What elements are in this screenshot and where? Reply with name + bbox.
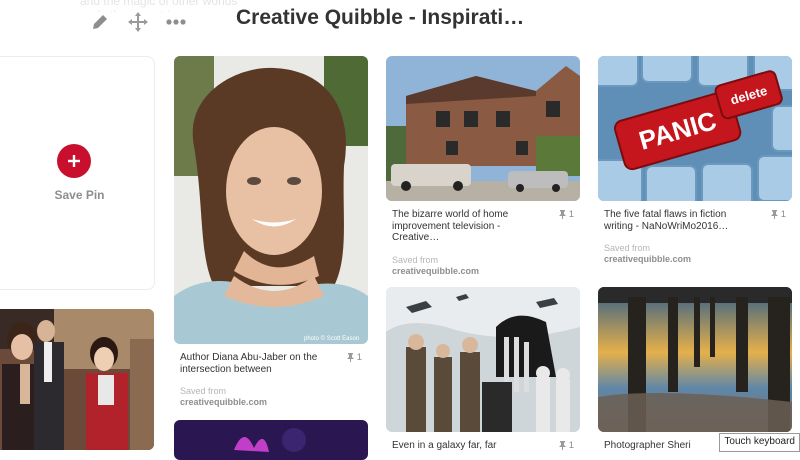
- pin-description: The bizarre world of home improvement te…: [386, 209, 580, 244]
- saved-from-label: Saved from: [180, 386, 227, 396]
- pin-image[interactable]: PANIC delete: [598, 56, 792, 201]
- pin-card[interactable]: [174, 420, 368, 460]
- pin-image[interactable]: [386, 56, 580, 201]
- pin-description-text: Author Diana Abu-Jaber on the intersecti…: [180, 352, 318, 375]
- pin-description: Author Diana Abu-Jaber on the intersecti…: [174, 352, 368, 375]
- pin-image[interactable]: photo © Scott Eason: [174, 56, 368, 344]
- pin-card[interactable]: Even in a galaxy far, far 1: [386, 287, 580, 452]
- source-domain-link[interactable]: creativequibble.com: [598, 254, 792, 264]
- pin-icon: [558, 210, 566, 220]
- pin-description: The five fatal flaws in fiction writing …: [598, 209, 792, 232]
- source-domain-link[interactable]: creativequibble.com: [386, 266, 580, 276]
- save-pin-card[interactable]: Save Pin: [0, 56, 155, 290]
- pin-description-text: The five fatal flaws in fiction writing …: [604, 209, 729, 232]
- repin-count: 1: [770, 209, 786, 221]
- save-pin-label: Save Pin: [54, 188, 105, 202]
- touch-keyboard-button[interactable]: Touch keyboard: [719, 433, 800, 452]
- ellipsis-icon[interactable]: [164, 10, 188, 34]
- pin-description-text: The bizarre world of home improvement te…: [392, 209, 509, 243]
- pin-image[interactable]: [174, 420, 368, 460]
- pin-description-text: Photographer Sheri: [604, 440, 691, 451]
- pin-image[interactable]: [598, 287, 792, 432]
- pin-icon: [558, 441, 566, 451]
- pin-image[interactable]: [386, 287, 580, 432]
- board-toolbar: [88, 8, 188, 36]
- pin-card[interactable]: photo © Scott Eason Author Diana Abu-Jab…: [174, 56, 368, 407]
- pin-card[interactable]: [0, 309, 154, 450]
- repin-count: 1: [558, 209, 574, 221]
- repin-count-value: 1: [356, 352, 362, 363]
- pin-card[interactable]: PANIC delete The five fatal flaws in fic…: [598, 56, 792, 264]
- board-title: Creative Quibble - Inspirati…: [236, 6, 525, 29]
- pencil-icon[interactable]: [88, 10, 112, 34]
- pin-icon: [770, 210, 778, 220]
- saved-from-label: Saved from: [604, 243, 651, 253]
- move-arrows-icon[interactable]: [126, 10, 150, 34]
- plus-icon[interactable]: [56, 144, 91, 178]
- pin-description-text: Even in a galaxy far, far: [392, 440, 497, 451]
- pin-card[interactable]: The bizarre world of home improvement te…: [386, 56, 580, 276]
- source-domain-link[interactable]: creativequibble.com: [174, 397, 368, 407]
- pin-card[interactable]: Photographer Sheri: [598, 287, 792, 452]
- repin-count-value: 1: [568, 209, 574, 220]
- saved-from-label: Saved from: [392, 254, 439, 265]
- photo-credit-caption: photo © Scott Eason: [304, 335, 359, 342]
- pin-icon: [346, 353, 354, 363]
- repin-count-value: 1: [780, 209, 786, 220]
- pin-image[interactable]: [0, 309, 154, 450]
- repin-count: 1: [346, 352, 362, 364]
